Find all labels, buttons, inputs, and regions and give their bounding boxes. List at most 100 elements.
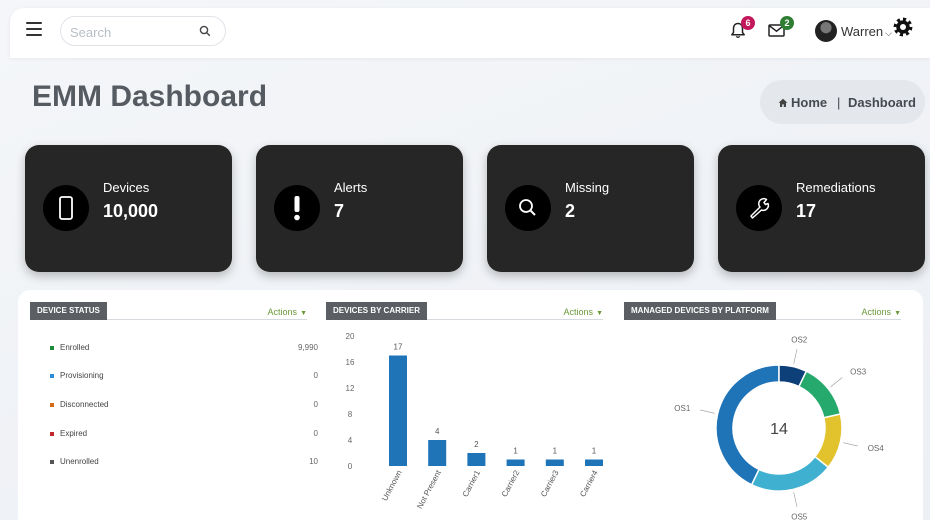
page-title: EMM Dashboard — [32, 80, 268, 113]
exclamation-icon — [294, 196, 300, 221]
card-devices[interactable]: Devices 10,000 — [25, 145, 232, 272]
x-tick-label: Unknown — [380, 469, 404, 503]
platform-header: MANAGED DEVICES BY PLATFORM Actions ▼ — [624, 302, 901, 320]
slice-leader-line — [699, 409, 715, 414]
bar[interactable] — [585, 459, 603, 467]
wrench-icon — [750, 197, 770, 219]
card-label: Alerts — [334, 180, 368, 195]
messages-badge: 2 — [780, 16, 794, 30]
bar[interactable] — [467, 453, 486, 466]
status-dot — [50, 460, 54, 464]
search-icon[interactable] — [199, 24, 211, 42]
top-bar: 6 2 Warren⌵ — [10, 8, 930, 58]
y-tick-label: 20 — [346, 332, 355, 341]
section-title: MANAGED DEVICES BY PLATFORM — [624, 302, 776, 320]
search-input[interactable] — [70, 23, 190, 41]
x-tick-label: Not Present — [415, 468, 443, 510]
messages-button[interactable]: 2 — [768, 16, 794, 42]
slice-label: OS1 — [674, 404, 691, 413]
card-alerts[interactable]: Alerts 7 — [256, 145, 463, 272]
platform-donut-chart: OS1 OS2 OS3 OS4 OS5 14 — [674, 335, 885, 520]
x-tick-label: Carrier1 — [461, 468, 483, 498]
actions-dropdown[interactable]: Actions ▼ — [564, 307, 603, 317]
card-label: Remediations — [796, 180, 876, 195]
status-dot — [50, 374, 54, 378]
bar-value-label: 1 — [553, 447, 558, 456]
avatar[interactable] — [815, 20, 837, 42]
card-icon-circle — [43, 185, 89, 231]
search-icon — [519, 199, 536, 216]
y-tick-label: 4 — [348, 436, 353, 445]
slice-label: OS2 — [791, 335, 808, 344]
y-tick-label: 0 — [348, 462, 353, 471]
card-icon-circle — [736, 185, 782, 231]
menu-icon[interactable] — [26, 22, 42, 36]
card-value: 10,000 — [103, 201, 159, 221]
card-remediations[interactable]: Remediations 17 — [718, 145, 925, 272]
breadcrumb-home[interactable]: Home — [778, 95, 827, 110]
notifications-button[interactable]: 6 — [730, 16, 755, 44]
card-value: 17 — [796, 201, 817, 221]
bar-value-label: 1 — [592, 447, 597, 456]
donut-center-value: 14 — [770, 421, 788, 438]
card-icon-circle — [505, 185, 551, 231]
user-name[interactable]: Warren ⌵ — [841, 24, 892, 39]
bar-value-label: 2 — [474, 440, 479, 449]
status-dot — [50, 346, 54, 350]
card-missing[interactable]: Missing 2 — [487, 145, 694, 272]
status-value: 0 — [313, 371, 318, 380]
card-icon-circle — [274, 185, 320, 231]
status-dot — [50, 432, 54, 436]
status-row: Expired 0 — [48, 429, 318, 443]
home-icon — [778, 98, 788, 107]
status-row: Provisioning 0 — [48, 371, 318, 385]
actions-dropdown[interactable]: Actions ▼ — [862, 307, 901, 317]
search-box[interactable] — [60, 16, 226, 46]
bar-value-label: 17 — [394, 343, 403, 352]
bar[interactable] — [389, 355, 407, 467]
slice-label: OS4 — [868, 444, 885, 453]
status-row: Unenrolled 10 — [48, 457, 318, 471]
breadcrumb: Home | Dashboard — [760, 80, 925, 124]
phone-icon — [59, 196, 73, 220]
carrier-header: DEVICES BY CARRIER Actions ▼ — [326, 302, 603, 320]
slice-label: OS3 — [850, 367, 867, 376]
actions-dropdown[interactable]: Actions ▼ — [268, 307, 307, 317]
gear-icon[interactable] — [893, 17, 913, 42]
chevron-down-icon: ⌵ — [885, 28, 892, 38]
donut-slice[interactable] — [797, 370, 842, 419]
status-name: Disconnected — [60, 400, 109, 409]
carrier-bar-chart: 0 4 8 12 16 20 17 Unknown 4 Not Present 2 Carrier1 1… — [346, 332, 603, 510]
bar-value-label: 1 — [513, 447, 518, 456]
notifications-badge: 6 — [741, 16, 755, 30]
breadcrumb-current: Dashboard — [848, 95, 916, 110]
status-dot — [50, 403, 54, 407]
status-value: 0 — [313, 400, 318, 409]
bar-value-label: 4 — [435, 427, 440, 436]
widgets-panel: DEVICE STATUS Actions ▼ Enrolled 9,990 Pr… — [18, 290, 923, 520]
status-row: Disconnected 0 — [48, 400, 318, 414]
card-value: 2 — [565, 201, 576, 221]
slice-label: OS5 — [791, 513, 808, 520]
card-label: Devices — [103, 180, 150, 195]
donut-slice[interactable] — [750, 455, 830, 492]
status-value: 9,990 — [297, 343, 318, 352]
bar[interactable] — [428, 440, 447, 466]
bar[interactable] — [545, 459, 564, 467]
y-tick-label: 16 — [346, 358, 355, 367]
section-title: DEVICE STATUS — [30, 302, 107, 320]
status-name: Provisioning — [60, 371, 104, 380]
slice-leader-line — [793, 492, 798, 508]
status-row: Enrolled 9,990 — [48, 343, 318, 357]
card-label: Missing — [565, 180, 610, 195]
status-value: 10 — [309, 457, 318, 466]
x-tick-label: Carrier3 — [539, 468, 561, 498]
slice-leader-line — [830, 377, 843, 388]
slice-leader-line — [843, 442, 859, 447]
device-status-header: DEVICE STATUS Actions ▼ — [30, 302, 307, 320]
bar[interactable] — [506, 459, 525, 467]
status-name: Enrolled — [60, 343, 90, 352]
x-tick-label: Carrier4 — [578, 468, 600, 498]
status-name: Unenrolled — [60, 457, 99, 466]
slice-leader-line — [793, 348, 798, 364]
